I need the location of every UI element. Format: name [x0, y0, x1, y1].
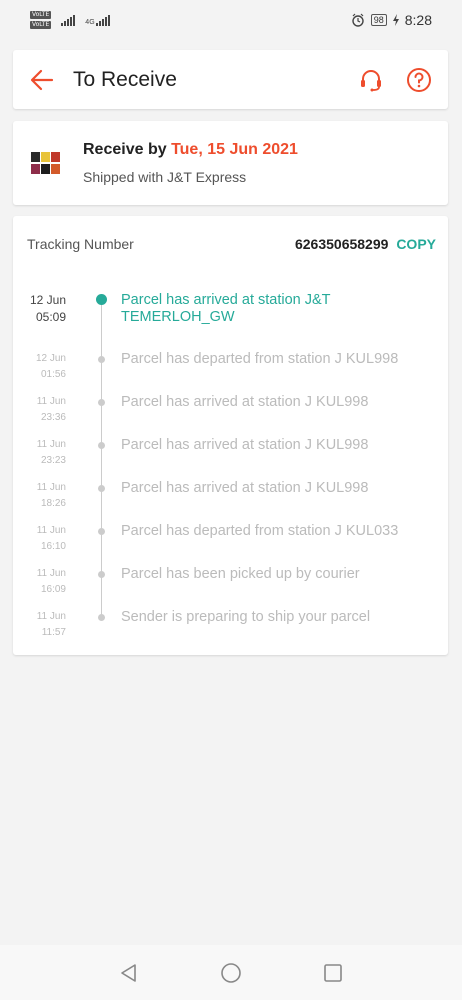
receive-by-label: Receive by — [83, 141, 167, 158]
signal-4g-group: 4G — [85, 14, 110, 26]
status-left: VoLTE VoLTE 4G — [30, 11, 110, 29]
tracking-card: Tracking Number 626350658299 COPY 12 Jun… — [13, 216, 448, 655]
event-dot — [98, 485, 105, 492]
tracking-header: Tracking Number 626350658299 COPY — [27, 236, 436, 252]
arrow-left-icon[interactable] — [29, 67, 55, 93]
signal-icon-2 — [95, 14, 110, 26]
product-thumbnail — [27, 143, 63, 183]
alarm-icon — [352, 13, 364, 27]
timeline-line — [101, 300, 102, 615]
event-datetime: 11 Jun 16:09 — [37, 566, 66, 598]
volte-badge-2: VoLTE — [30, 21, 52, 29]
question-circle-icon[interactable] — [406, 67, 432, 93]
event-time: 23:36 — [40, 412, 66, 423]
event-time: 18:26 — [40, 498, 66, 509]
event-text: Parcel has arrived at station J&T TEMERL… — [121, 292, 331, 325]
event-date: 11 Jun — [36, 396, 66, 407]
event-date: 12 Jun — [35, 353, 66, 364]
tracking-number-group: 626350658299 COPY — [295, 236, 436, 252]
event-date: 11 Jun — [36, 568, 66, 579]
event-datetime: 12 Jun 05:09 — [30, 292, 66, 326]
system-nav-bar — [0, 945, 462, 1000]
tracking-number: 626350658299 — [294, 236, 389, 252]
battery-level: 98 — [370, 14, 387, 26]
copy-button[interactable]: COPY — [396, 236, 436, 252]
event-datetime: 11 Jun 18:26 — [37, 480, 66, 512]
event-text: Parcel has arrived at station J KUL998 — [121, 394, 369, 410]
event-dot — [98, 356, 105, 363]
shipping-carrier: Shipped with J&T Express — [83, 169, 247, 185]
receive-by-line: Receive by Tue, 15 Jun 2021 — [83, 141, 298, 159]
event-datetime: 11 Jun 16:10 — [37, 523, 66, 555]
event-date: 11 Jun — [36, 611, 66, 622]
event-date: 12 Jun — [29, 293, 66, 307]
event-dot — [98, 614, 105, 621]
event-dot — [96, 294, 107, 305]
page-header: To Receive — [13, 50, 448, 109]
event-dot — [98, 528, 105, 535]
volte-badge-1: VoLTE — [30, 11, 52, 19]
event-datetime: 11 Jun 23:23 — [37, 437, 66, 469]
event-datetime: 11 Jun 23:36 — [37, 394, 66, 426]
clock-time: 8:28 — [404, 12, 432, 28]
event-time: 23:23 — [40, 455, 66, 466]
event-date: 11 Jun — [36, 439, 66, 450]
network-type: 4G — [85, 19, 95, 26]
headset-icon[interactable] — [358, 67, 384, 93]
receive-by-date: Tue, 15 Jun 2021 — [171, 141, 298, 158]
status-bar: VoLTE VoLTE 4G 98 8:28 — [0, 0, 462, 40]
charging-icon — [392, 14, 399, 26]
nav-back-icon[interactable] — [118, 962, 140, 984]
nav-home-icon[interactable] — [220, 962, 242, 984]
page-title: To Receive — [73, 67, 177, 91]
event-text: Sender is preparing to ship your parcel — [121, 609, 371, 625]
event-time: 01:56 — [40, 369, 66, 380]
event-text: Parcel has departed from station J KUL99… — [121, 351, 399, 367]
volte-badges: VoLTE VoLTE — [30, 11, 52, 29]
event-time: 11:57 — [41, 627, 66, 638]
receive-info: Receive by Tue, 15 Jun 2021 Shipped with… — [83, 141, 298, 185]
event-datetime: 11 Jun 11:57 — [37, 609, 66, 641]
event-text: Parcel has been picked up by courier — [121, 566, 360, 582]
event-dot — [98, 571, 105, 578]
event-text: Parcel has arrived at station J KUL998 — [121, 437, 369, 453]
event-date: 11 Jun — [36, 525, 66, 536]
status-right: 98 8:28 — [351, 12, 432, 28]
receive-card[interactable]: Receive by Tue, 15 Jun 2021 Shipped with… — [13, 121, 448, 205]
event-dot — [98, 399, 105, 406]
event-text: Parcel has departed from station J KUL03… — [121, 523, 399, 539]
event-text: Parcel has arrived at station J KUL998 — [121, 480, 369, 496]
nav-recents-icon[interactable] — [322, 962, 344, 984]
event-dot — [98, 442, 105, 449]
event-time: 16:10 — [40, 541, 66, 552]
tracking-number-label: Tracking Number — [27, 236, 134, 252]
event-time: 05:09 — [35, 310, 66, 324]
event-time: 16:09 — [40, 584, 66, 595]
event-date: 11 Jun — [36, 482, 66, 493]
event-datetime: 12 Jun 01:56 — [36, 351, 66, 383]
signal-icon — [61, 14, 76, 26]
